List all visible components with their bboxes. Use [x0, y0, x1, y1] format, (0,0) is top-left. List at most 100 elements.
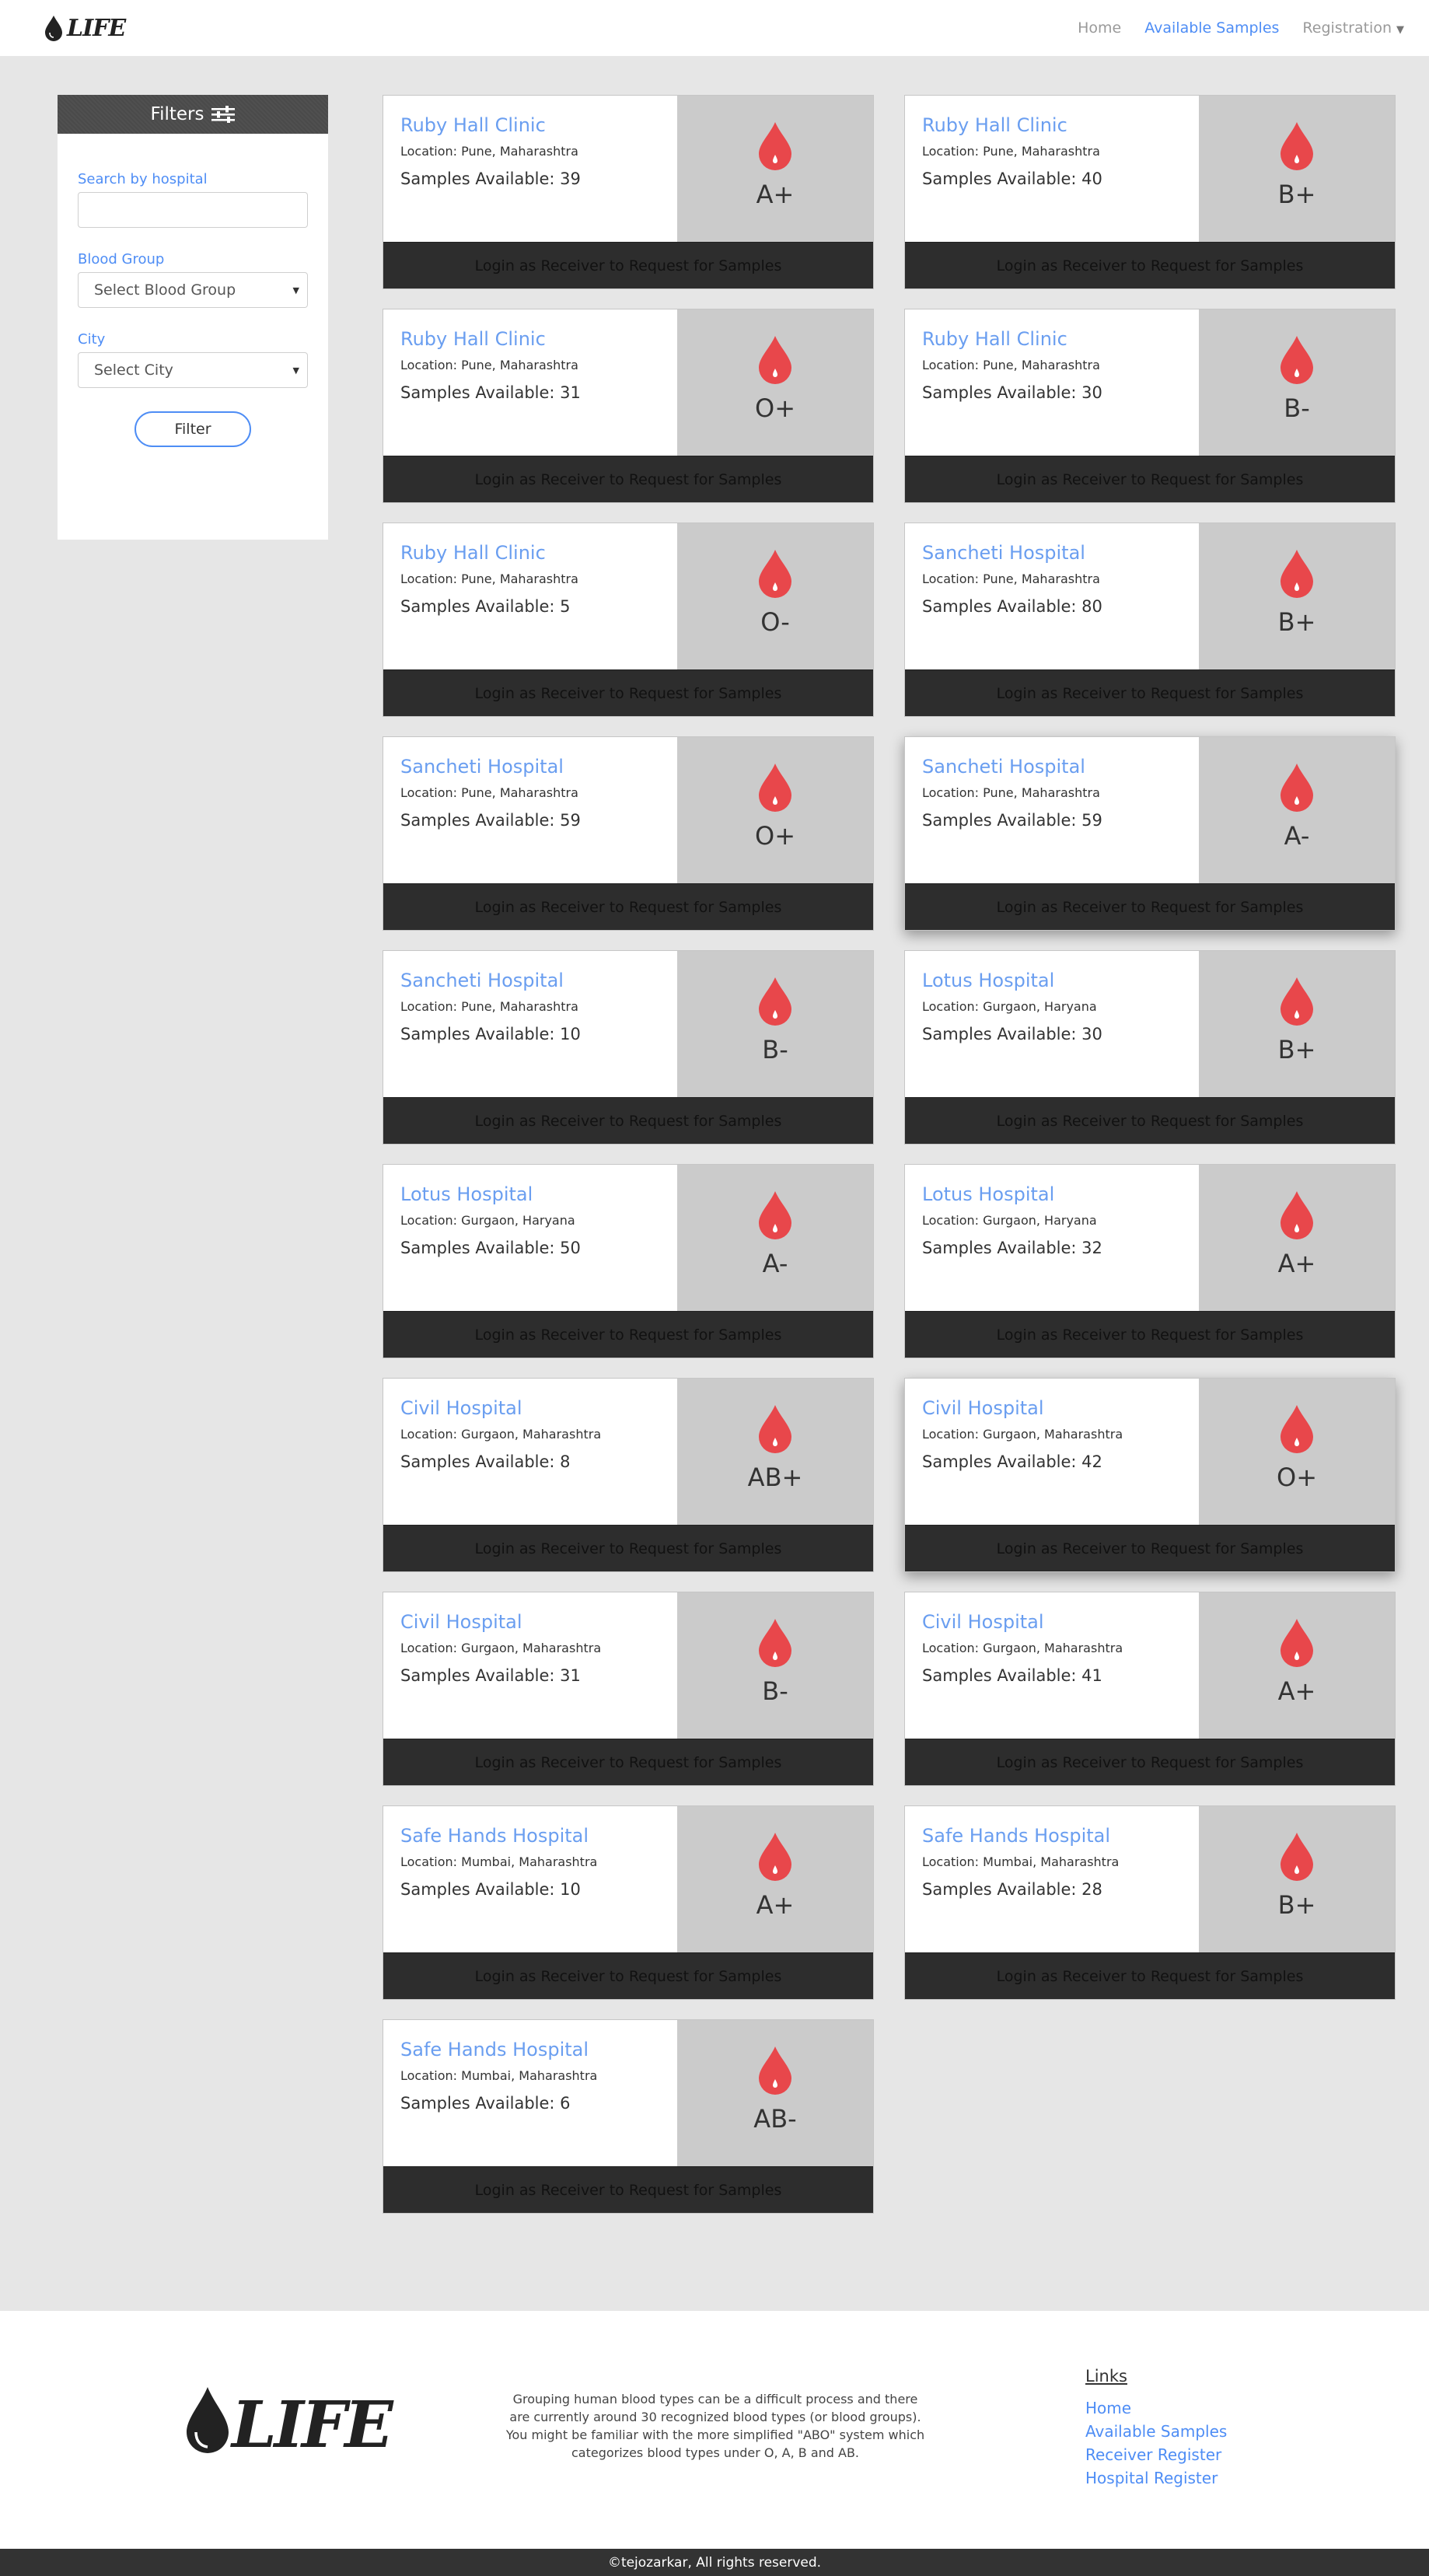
blood-group-type: B+: [1277, 1035, 1316, 1064]
blood-drop-icon: [1281, 1619, 1313, 1667]
footer: LIFE Grouping human blood types can be a…: [0, 2311, 1429, 2549]
nav-home-link[interactable]: Home: [1078, 19, 1121, 37]
request-samples-button[interactable]: Login as Receiver to Request for Samples: [383, 1097, 873, 1144]
request-samples-button[interactable]: Login as Receiver to Request for Samples: [905, 242, 1395, 288]
hospital-name[interactable]: Sancheti Hospital: [922, 756, 1199, 778]
sample-card: Safe Hands Hospital Location: Mumbai, Mah…: [383, 1805, 874, 2000]
blood-drop-icon: [759, 977, 791, 1026]
footer-available-samples-link[interactable]: Available Samples: [1085, 2420, 1227, 2443]
hospital-name[interactable]: Sancheti Hospital: [400, 756, 677, 778]
blood-drop-icon: [759, 1833, 791, 1881]
request-samples-button[interactable]: Login as Receiver to Request for Samples: [383, 883, 873, 930]
sample-card: Ruby Hall Clinic Location: Pune, Maharash…: [383, 523, 874, 717]
request-samples-button[interactable]: Login as Receiver to Request for Samples: [383, 2166, 873, 2213]
blood-drop-icon: [759, 2046, 791, 2095]
hospital-location: Location: Gurgaon, Haryana: [922, 999, 1097, 1014]
request-samples-button[interactable]: Login as Receiver to Request for Samples: [383, 242, 873, 288]
blood-group-type: B-: [762, 1035, 788, 1064]
card-info: Ruby Hall Clinic Location: Pune, Maharash…: [383, 309, 677, 456]
samples-available: Samples Available: 31: [400, 383, 581, 402]
blood-drop-icon: [759, 122, 791, 170]
sample-card: Ruby Hall Clinic Location: Pune, Maharash…: [383, 309, 874, 503]
samples-available: Samples Available: 6: [400, 2094, 571, 2113]
footer-home-link[interactable]: Home: [1085, 2396, 1227, 2420]
request-samples-button[interactable]: Login as Receiver to Request for Samples: [383, 456, 873, 502]
request-samples-button[interactable]: Login as Receiver to Request for Samples: [383, 669, 873, 716]
blood-group-type: A-: [762, 1249, 788, 1278]
main-content: Filters Search by hospital Blood Group S…: [0, 56, 1429, 2311]
card-info: Sancheti Hospital Location: Pune, Maharas…: [905, 737, 1199, 883]
hospital-name[interactable]: Lotus Hospital: [400, 1183, 677, 1205]
sample-card: Ruby Hall Clinic Location: Pune, Maharash…: [904, 95, 1396, 289]
request-samples-button[interactable]: Login as Receiver to Request for Samples: [905, 1739, 1395, 1785]
request-samples-button[interactable]: Login as Receiver to Request for Samples: [905, 1525, 1395, 1571]
card-info: Lotus Hospital Location: Gurgaon, Haryana…: [905, 1165, 1199, 1311]
search-hospital-input[interactable]: [78, 192, 308, 228]
hospital-name[interactable]: Civil Hospital: [922, 1611, 1199, 1633]
request-samples-button[interactable]: Login as Receiver to Request for Samples: [905, 456, 1395, 502]
footer-links: Links Home Available Samples Receiver Re…: [1085, 2367, 1227, 2490]
hospital-name[interactable]: Civil Hospital: [400, 1611, 677, 1633]
blood-drop-icon: [759, 1405, 791, 1453]
request-samples-button[interactable]: Login as Receiver to Request for Samples: [383, 1739, 873, 1785]
blood-group-panel: O+: [1199, 1379, 1395, 1525]
footer-hospital-register-link[interactable]: Hospital Register: [1085, 2466, 1227, 2490]
hospital-name[interactable]: Ruby Hall Clinic: [922, 328, 1199, 350]
blood-drop-icon: [45, 16, 62, 41]
samples-available: Samples Available: 42: [922, 1452, 1102, 1471]
blood-group-type: O-: [760, 607, 790, 637]
filters-body: Search by hospital Blood Group Select Bl…: [58, 134, 328, 447]
hospital-name[interactable]: Lotus Hospital: [922, 1183, 1199, 1205]
blood-group-panel: A-: [1199, 737, 1395, 883]
hospital-name[interactable]: Safe Hands Hospital: [400, 2039, 677, 2060]
request-samples-button[interactable]: Login as Receiver to Request for Samples: [383, 1311, 873, 1358]
blood-group-type: B-: [762, 1676, 788, 1706]
samples-available: Samples Available: 10: [400, 1880, 581, 1899]
blood-group-type: A+: [756, 1890, 795, 1920]
footer-receiver-register-link[interactable]: Receiver Register: [1085, 2443, 1227, 2466]
blood-group-panel: A+: [1199, 1592, 1395, 1739]
blood-group-panel: B+: [1199, 951, 1395, 1097]
blood-group-select[interactable]: Select Blood Group ▼: [78, 272, 308, 308]
hospital-location: Location: Pune, Maharashtra: [922, 144, 1100, 159]
city-select[interactable]: Select City ▼: [78, 352, 308, 388]
hospital-name[interactable]: Ruby Hall Clinic: [922, 114, 1199, 136]
nav-links: Home Available Samples Registration ▼: [1078, 19, 1404, 37]
blood-drop-icon: [1281, 764, 1313, 812]
footer-description: Grouping human blood types can be a diff…: [505, 2392, 925, 2460]
hospital-name[interactable]: Safe Hands Hospital: [400, 1825, 677, 1847]
hospital-name[interactable]: Ruby Hall Clinic: [400, 114, 677, 136]
request-samples-button[interactable]: Login as Receiver to Request for Samples: [905, 1311, 1395, 1358]
hospital-name[interactable]: Sancheti Hospital: [922, 542, 1199, 564]
hospital-location: Location: Gurgaon, Maharashtra: [922, 1641, 1123, 1655]
hospital-name[interactable]: Ruby Hall Clinic: [400, 542, 677, 564]
request-samples-button[interactable]: Login as Receiver to Request for Samples: [905, 669, 1395, 716]
card-info: Sancheti Hospital Location: Pune, Maharas…: [905, 523, 1199, 669]
blood-drop-icon: [1281, 1833, 1313, 1881]
hospital-name[interactable]: Civil Hospital: [922, 1397, 1199, 1419]
sample-card: Civil Hospital Location: Gurgaon, Maharas…: [904, 1378, 1396, 1572]
request-samples-button[interactable]: Login as Receiver to Request for Samples: [905, 1952, 1395, 1999]
blood-group-panel: B-: [1199, 309, 1395, 456]
request-samples-button[interactable]: Login as Receiver to Request for Samples: [383, 1952, 873, 1999]
card-info: Sancheti Hospital Location: Pune, Maharas…: [383, 737, 677, 883]
nav-available-samples-link[interactable]: Available Samples: [1144, 19, 1279, 37]
hospital-name[interactable]: Lotus Hospital: [922, 970, 1199, 991]
hospital-name[interactable]: Ruby Hall Clinic: [400, 328, 677, 350]
hospital-name[interactable]: Sancheti Hospital: [400, 970, 677, 991]
hospital-name[interactable]: Civil Hospital: [400, 1397, 677, 1419]
card-info: Safe Hands Hospital Location: Mumbai, Mah…: [383, 2020, 677, 2166]
samples-available: Samples Available: 50: [400, 1239, 581, 1257]
card-info: Civil Hospital Location: Gurgaon, Maharas…: [383, 1379, 677, 1525]
blood-drop-icon: [1281, 122, 1313, 170]
hospital-name[interactable]: Safe Hands Hospital: [922, 1825, 1199, 1847]
filter-button[interactable]: Filter: [135, 411, 251, 447]
blood-group-type: A+: [1277, 1249, 1316, 1278]
city-select-value: Select City: [94, 362, 173, 379]
nav-registration-dropdown[interactable]: Registration ▼: [1302, 19, 1404, 37]
request-samples-button[interactable]: Login as Receiver to Request for Samples: [905, 883, 1395, 930]
filters-title: Filters: [150, 104, 204, 124]
brand-logo[interactable]: LIFE: [44, 15, 126, 42]
request-samples-button[interactable]: Login as Receiver to Request for Samples: [905, 1097, 1395, 1144]
request-samples-button[interactable]: Login as Receiver to Request for Samples: [383, 1525, 873, 1571]
